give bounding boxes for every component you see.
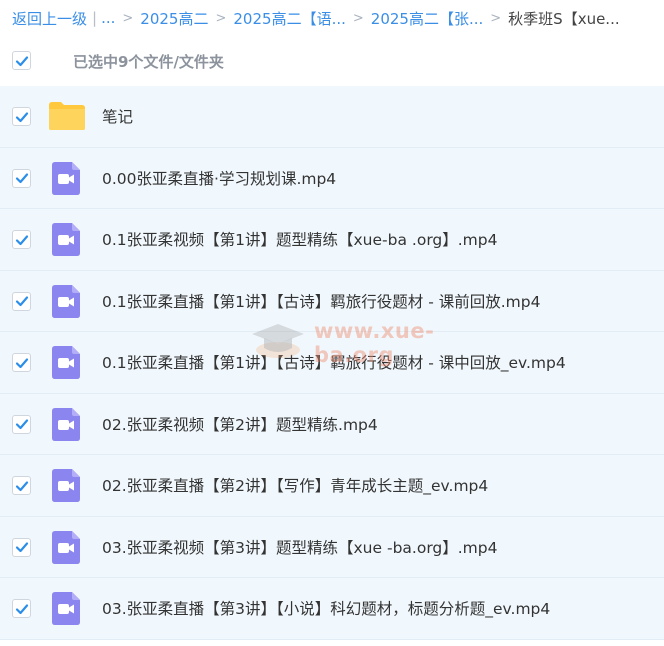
breadcrumb: 返回上一级 | ... > 2025高二 > 2025高二【语... > 202… <box>0 0 664 36</box>
file-row[interactable]: 03.张亚柔视频【第3讲】题型精练【xue -ba.org】.mp4 <box>0 516 664 578</box>
video-file-icon <box>52 407 80 441</box>
row-checkbox[interactable] <box>12 599 31 618</box>
breadcrumb-current: 秋季班S【xue... <box>508 9 620 28</box>
file-name[interactable]: 笔记 <box>102 105 133 127</box>
selection-bar: 已选中9个文件/文件夹 <box>0 36 664 86</box>
breadcrumb-chevron-icon: > <box>352 10 364 26</box>
row-checkbox[interactable] <box>12 107 31 126</box>
breadcrumb-ellipsis[interactable]: ... <box>101 9 115 27</box>
breadcrumb-item[interactable]: 2025高二【语... <box>233 8 345 29</box>
checkmark-icon <box>15 480 28 491</box>
video-file-icon <box>52 346 80 379</box>
file-row[interactable]: 03.张亚柔直播【第3讲】【小说】科幻题材，标题分析题_ev.mp4 <box>0 578 664 640</box>
file-name[interactable]: 0.1张亚柔视频【第1讲】题型精练【xue-ba .org】.mp4 <box>102 228 497 250</box>
video-file-icon <box>52 161 80 195</box>
file-name[interactable]: 0.1张亚柔直播【第1讲】【古诗】羁旅行役题材 - 课中回放_ev.mp4 <box>102 351 566 373</box>
breadcrumb-item[interactable]: 2025高二【张... <box>371 8 483 29</box>
row-checkbox[interactable] <box>12 168 31 188</box>
breadcrumb-item[interactable]: 2025高二 <box>140 8 208 29</box>
checkmark-icon <box>15 357 28 368</box>
row-checkbox[interactable] <box>12 353 31 372</box>
checkmark-icon <box>15 296 28 307</box>
breadcrumb-chevron-icon: > <box>490 10 502 26</box>
video-file-icon <box>52 284 80 318</box>
video-file-icon <box>52 469 80 502</box>
file-name[interactable]: 02.张亚柔直播【第2讲】【写作】青年成长主题_ev.mp4 <box>102 474 488 496</box>
row-checkbox[interactable] <box>12 291 31 311</box>
checkmark-icon <box>15 173 28 184</box>
checkmark-icon <box>15 234 28 245</box>
select-all-checkbox[interactable] <box>12 51 31 70</box>
file-list: 笔记 0.00张亚柔直播·学习规划课.mp4 0.1张亚柔视频【第1讲】题型精练【x… <box>0 86 664 640</box>
file-row[interactable]: 02.张亚柔直播【第2讲】【写作】青年成长主题_ev.mp4 <box>0 455 664 517</box>
breadcrumb-chevron-icon: > <box>122 10 134 26</box>
file-name[interactable]: 03.张亚柔直播【第3讲】【小说】科幻题材，标题分析题_ev.mp4 <box>102 597 550 619</box>
folder-row[interactable]: 笔记 <box>0 86 664 148</box>
file-row[interactable]: 0.1张亚柔直播【第1讲】【古诗】羁旅行役题材 - 课前回放.mp4 <box>0 270 664 332</box>
checkmark-icon <box>15 542 28 553</box>
row-checkbox[interactable] <box>12 537 31 557</box>
row-checkbox[interactable] <box>12 414 31 434</box>
back-link[interactable]: 返回上一级 <box>12 8 87 29</box>
file-name[interactable]: 03.张亚柔视频【第3讲】题型精练【xue -ba.org】.mp4 <box>102 536 497 558</box>
checkmark-icon <box>15 603 28 614</box>
file-row[interactable]: 02.张亚柔视频【第2讲】题型精练.mp4 <box>0 393 664 455</box>
row-checkbox[interactable] <box>12 476 31 495</box>
file-row[interactable]: 0.1张亚柔直播【第1讲】【古诗】羁旅行役题材 - 课中回放_ev.mp4 <box>0 332 664 394</box>
breadcrumb-chevron-icon: > <box>215 10 227 26</box>
checkmark-icon <box>15 111 28 122</box>
selection-summary: 已选中9个文件/文件夹 <box>73 52 224 71</box>
file-name[interactable]: 02.张亚柔视频【第2讲】题型精练.mp4 <box>102 413 378 435</box>
file-name[interactable]: 0.00张亚柔直播·学习规划课.mp4 <box>102 167 336 189</box>
file-name[interactable]: 0.1张亚柔直播【第1讲】【古诗】羁旅行役题材 - 课前回放.mp4 <box>102 290 540 312</box>
checkmark-icon <box>15 55 28 66</box>
file-row[interactable]: 0.1张亚柔视频【第1讲】题型精练【xue-ba .org】.mp4 <box>0 209 664 271</box>
checkmark-icon <box>15 419 28 430</box>
folder-icon <box>49 102 85 130</box>
video-file-icon <box>52 223 80 256</box>
video-file-icon <box>52 530 80 564</box>
file-row[interactable]: 0.00张亚柔直播·学习规划课.mp4 <box>0 147 664 209</box>
video-file-icon <box>52 592 80 625</box>
breadcrumb-divider: | <box>92 9 98 27</box>
row-checkbox[interactable] <box>12 230 31 249</box>
